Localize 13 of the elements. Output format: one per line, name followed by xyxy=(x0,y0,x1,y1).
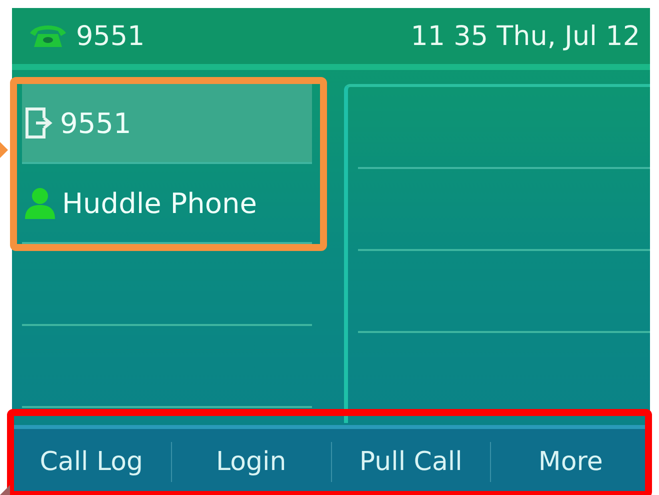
softkey[interactable]: More xyxy=(491,447,650,477)
line-number: 9551 xyxy=(76,20,145,52)
line-key[interactable]: 9551 xyxy=(22,84,312,164)
line-key[interactable]: Huddle Phone xyxy=(22,164,312,244)
person-icon xyxy=(24,186,56,220)
date-time: 11 35 Thu, Jul 12 xyxy=(410,20,640,52)
exit-icon xyxy=(24,106,54,140)
pointer-arrow xyxy=(0,485,10,495)
softkey[interactable]: Login xyxy=(172,447,330,477)
softkey[interactable]: Call Log xyxy=(12,447,171,477)
pointer-arrow xyxy=(0,142,8,158)
phone-icon xyxy=(28,23,68,49)
softkey[interactable]: Pull Call xyxy=(332,447,490,477)
